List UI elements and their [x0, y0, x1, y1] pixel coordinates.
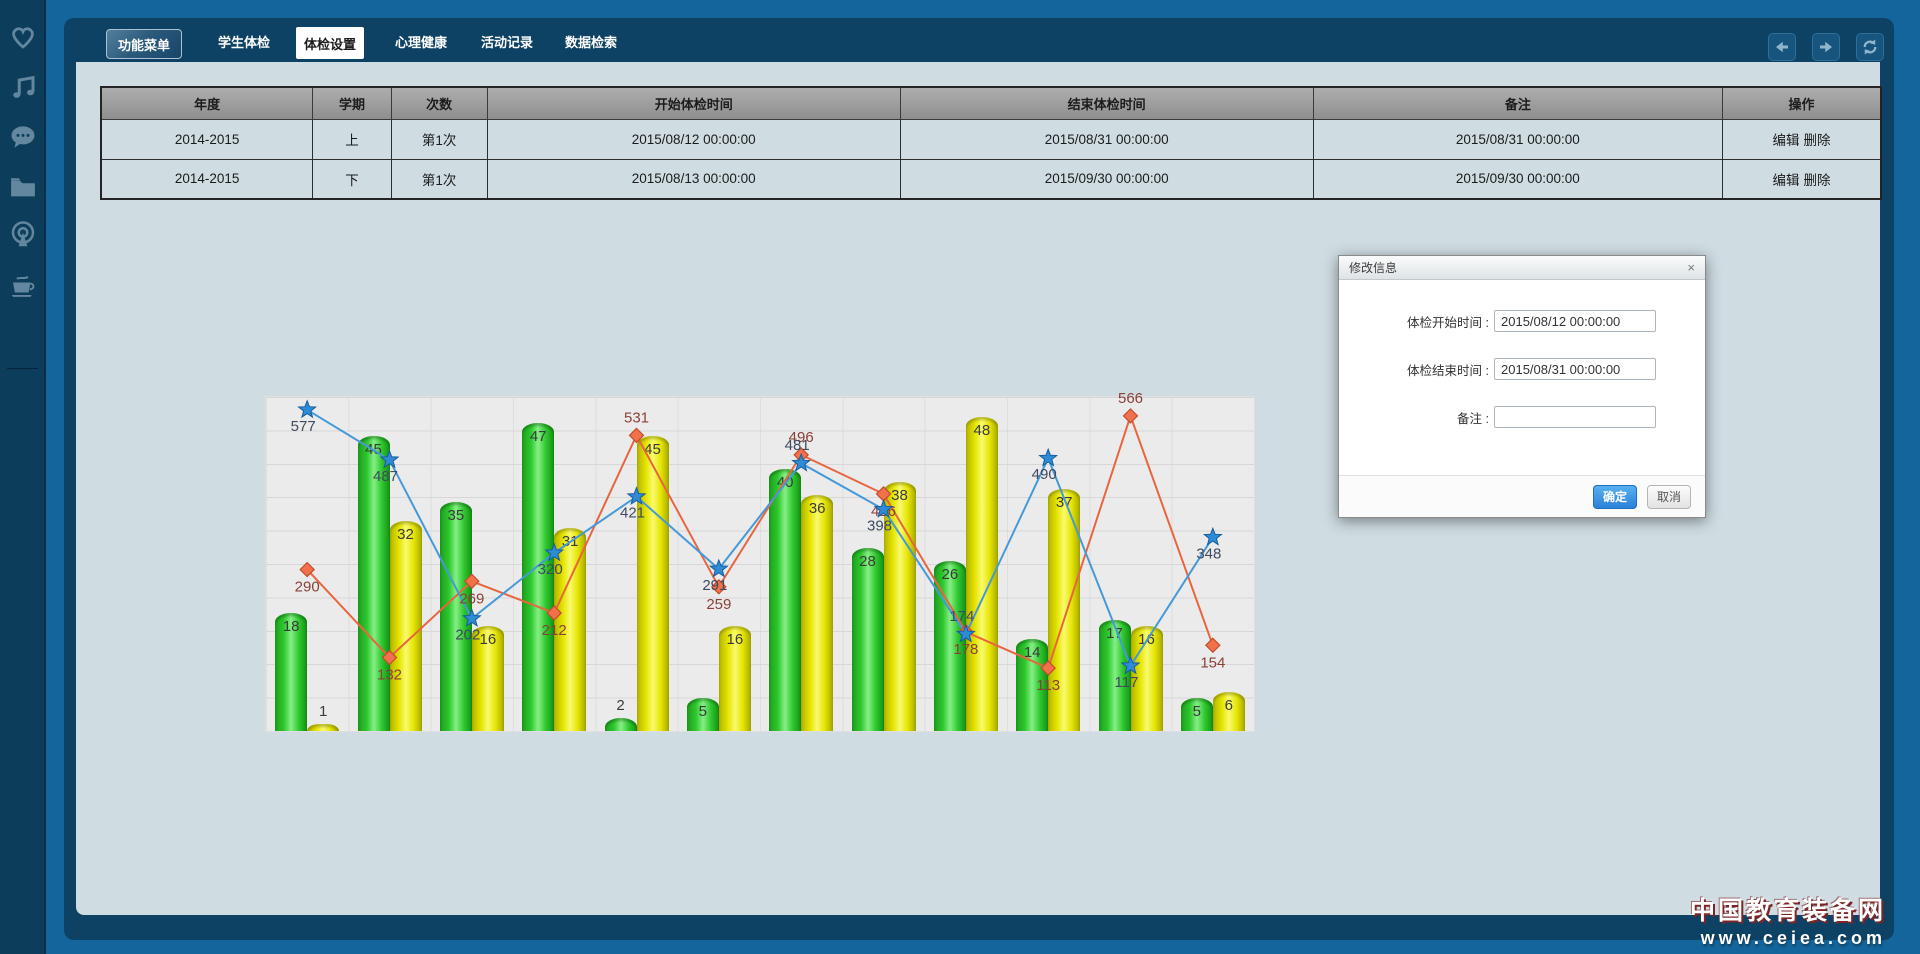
diamond-value-label: 212 — [542, 622, 567, 639]
diamond-marker-8 — [877, 487, 891, 501]
folder-icon[interactable] — [8, 172, 38, 202]
diamond-value-label: 132 — [377, 667, 402, 684]
cell-end: 2015/09/30 00:00:00 — [900, 159, 1313, 199]
cell-term: 下 — [313, 159, 391, 199]
star-value-label: 291 — [702, 577, 727, 594]
column-header: 学期 — [313, 87, 391, 119]
table-header-row: 年度学期次数开始体检时间结束体检时间备注操作 — [101, 87, 1881, 119]
tab-mental-health[interactable]: 心理健康 — [381, 30, 461, 52]
table-row: 2014-2015上第1次2015/08/12 00:00:002015/08/… — [101, 119, 1881, 159]
diamond-marker-12 — [1206, 638, 1220, 652]
modal-title-bar: 修改信息 × — [1339, 256, 1705, 280]
star-value-label: 487 — [373, 468, 398, 485]
tab-bar: 功能菜单 数据检索活动记录心理健康体检设置学生体检 — [64, 18, 1894, 62]
remark-input[interactable] — [1494, 406, 1656, 428]
star-marker-11 — [1122, 657, 1139, 673]
menu-button[interactable]: 功能菜单 — [106, 29, 182, 59]
star-value-label: 490 — [1032, 466, 1057, 483]
chart-lines-overlay: 2901322692125312594964261781135661545774… — [266, 397, 1254, 731]
forward-arrow-icon[interactable] — [1812, 33, 1840, 61]
cell-year: 2014-2015 — [101, 159, 313, 199]
delete-link[interactable]: 删除 — [1802, 133, 1833, 148]
diamond-value-label: 269 — [459, 590, 484, 607]
modal-body: 体检开始时间 : 体检结束时间 : 备注 : — [1339, 280, 1705, 475]
cell-start: 2015/08/12 00:00:00 — [487, 119, 900, 159]
column-header: 操作 — [1723, 87, 1881, 119]
remark-label: 备注 : — [1339, 408, 1489, 427]
diamond-value-label: 531 — [624, 409, 649, 426]
column-header: 备注 — [1313, 87, 1722, 119]
diamond-value-label: 113 — [1036, 677, 1060, 694]
diamond-marker-5 — [630, 428, 644, 442]
screen: 功能菜单 数据检索活动记录心理健康体检设置学生体检 年度学期次数开始体检时间结束… — [0, 0, 1920, 954]
star-value-label: 320 — [538, 561, 563, 578]
heart-icon[interactable] — [8, 22, 38, 52]
modal-footer: 确定 取消 — [1339, 475, 1705, 517]
cell-end: 2015/08/31 00:00:00 — [900, 119, 1313, 159]
cell-operations: 编辑删除 — [1723, 159, 1881, 199]
star-value-label: 202 — [455, 627, 480, 644]
start-time-input[interactable] — [1494, 310, 1656, 332]
edit-info-modal: 修改信息 × 体检开始时间 : 体检结束时间 : 备注 : 确定 取消 — [1338, 255, 1706, 518]
star-marker-1 — [299, 401, 316, 417]
cell-remark: 2015/09/30 00:00:00 — [1313, 159, 1722, 199]
column-header: 次数 — [391, 87, 487, 119]
diamond-value-label: 178 — [953, 641, 978, 658]
star-marker-10 — [1040, 449, 1057, 465]
diamond-value-label: 259 — [706, 596, 731, 613]
column-header: 结束体检时间 — [900, 87, 1313, 119]
diamond-value-label: 290 — [295, 579, 320, 596]
cell-times: 第1次 — [391, 159, 487, 199]
star-value-label: 577 — [291, 418, 316, 435]
back-arrow-icon[interactable] — [1768, 33, 1796, 61]
star-value-label: 117 — [1115, 674, 1139, 691]
tab-activity-log[interactable]: 活动记录 — [467, 30, 547, 52]
star-value-label: 481 — [785, 437, 810, 454]
cell-operations: 编辑删除 — [1723, 119, 1881, 159]
end-time-input[interactable] — [1494, 358, 1656, 380]
star-marker-3 — [463, 610, 480, 626]
start-time-label: 体检开始时间 : — [1339, 312, 1489, 331]
cell-year: 2014-2015 — [101, 119, 313, 159]
diamond-value-label: 154 — [1200, 654, 1225, 671]
tab-data-search[interactable]: 数据检索 — [551, 30, 631, 52]
cancel-button[interactable]: 取消 — [1647, 485, 1691, 509]
star-value-label: 398 — [867, 517, 892, 534]
end-time-label: 体检结束时间 : — [1339, 360, 1489, 379]
edit-link[interactable]: 编辑 — [1771, 133, 1802, 148]
cell-remark: 2015/08/31 00:00:00 — [1313, 119, 1722, 159]
cell-start: 2015/08/13 00:00:00 — [487, 159, 900, 199]
diamond-value-label: 566 — [1118, 390, 1143, 407]
table-row: 2014-2015下第1次2015/08/13 00:00:002015/09/… — [101, 159, 1881, 199]
music-icon[interactable] — [8, 72, 38, 102]
sidebar — [0, 0, 46, 954]
broadcast-icon[interactable] — [8, 220, 38, 250]
column-header: 开始体检时间 — [487, 87, 900, 119]
close-icon[interactable]: × — [1687, 261, 1695, 274]
diamond-marker-11 — [1124, 409, 1138, 423]
star-value-label: 421 — [620, 505, 645, 522]
chat-icon[interactable] — [8, 122, 38, 152]
sidebar-divider — [7, 368, 38, 369]
refresh-icon[interactable] — [1856, 33, 1884, 61]
edit-link[interactable]: 编辑 — [1771, 173, 1802, 188]
column-header: 年度 — [101, 87, 313, 119]
star-value-label: 174 — [949, 608, 974, 625]
delete-link[interactable]: 删除 — [1802, 173, 1833, 188]
star-value-label: 348 — [1196, 545, 1221, 562]
cell-term: 上 — [313, 119, 391, 159]
modal-title: 修改信息 — [1349, 259, 1687, 276]
tab-student-exam[interactable]: 学生体检 — [204, 30, 284, 52]
ok-button[interactable]: 确定 — [1593, 485, 1637, 509]
star-marker-2 — [381, 451, 398, 467]
diamond-marker-4 — [547, 606, 561, 620]
exam-settings-table: 年度学期次数开始体检时间结束体检时间备注操作 2014-2015上第1次2015… — [100, 86, 1882, 200]
diamond-marker-10 — [1041, 661, 1055, 675]
star-marker-12 — [1204, 528, 1221, 544]
cell-times: 第1次 — [391, 119, 487, 159]
tab-exam-settings[interactable]: 体检设置 — [296, 27, 364, 59]
exam-statistics-chart: 1845354725402826141751321631451636384837… — [266, 397, 1254, 731]
coffee-icon[interactable] — [8, 270, 38, 300]
